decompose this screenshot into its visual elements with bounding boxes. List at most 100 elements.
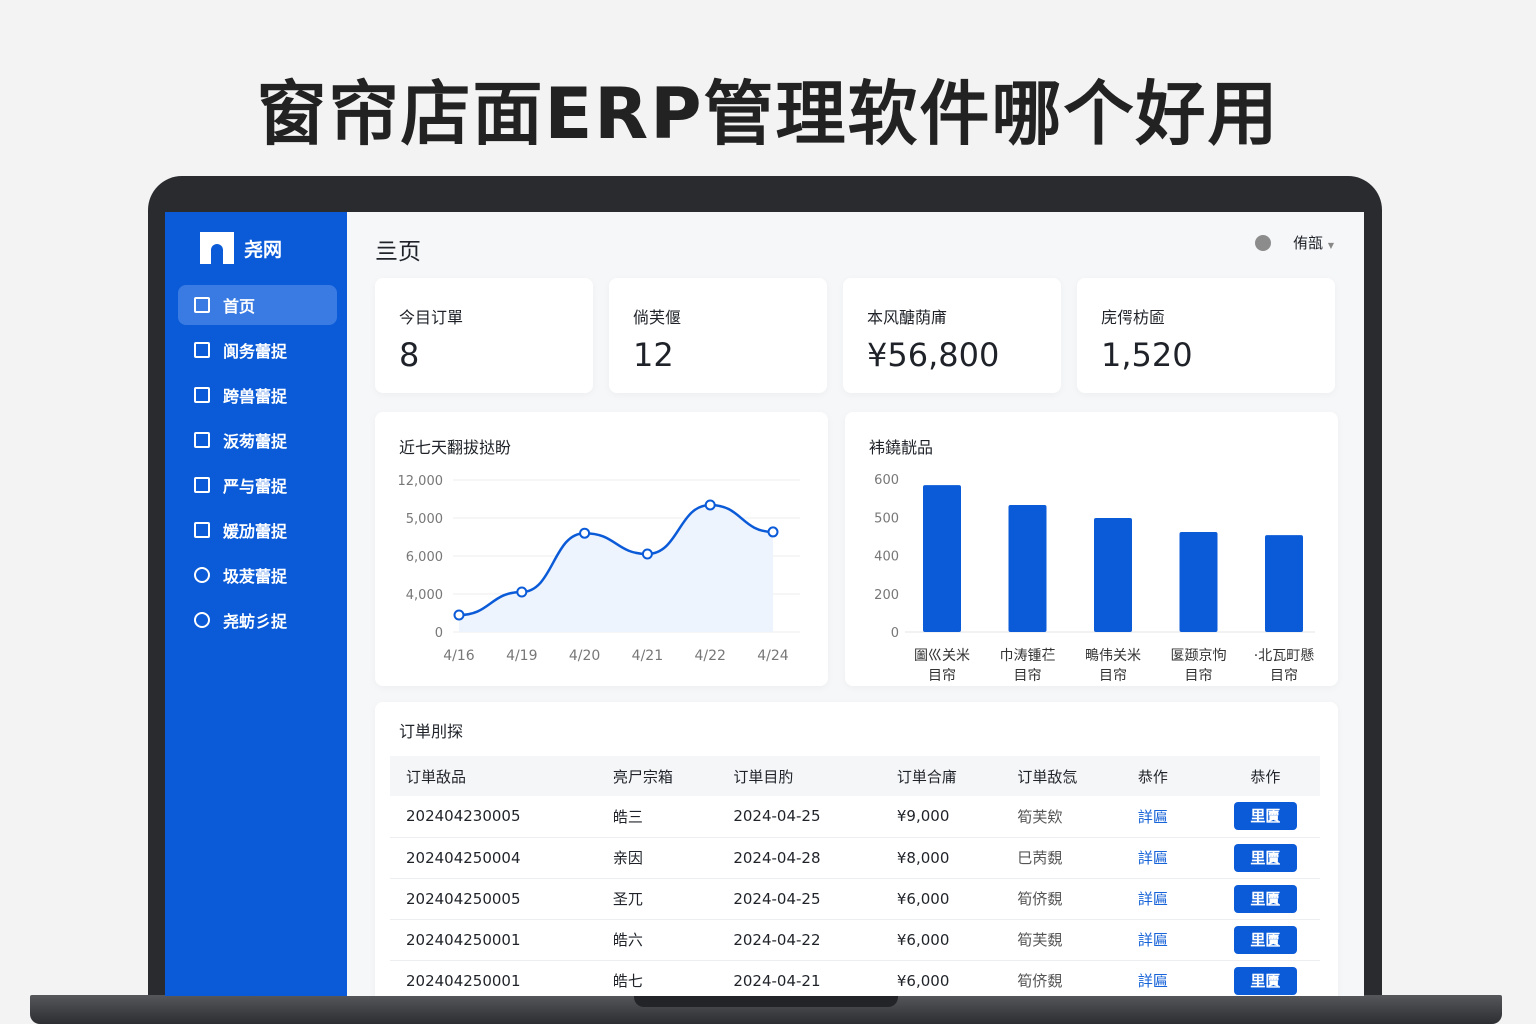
table-row: 202404250001 皓六 2024-04-22 ¥6,000 筍芙覣 詳匾… xyxy=(390,919,1320,961)
order-date: 2024-04-28 xyxy=(717,837,881,879)
bar xyxy=(923,485,961,632)
data-point xyxy=(641,548,653,560)
sidebar-item-label: 尧蚄彡捉 xyxy=(223,612,288,631)
order-date: 2024-04-25 xyxy=(717,796,881,838)
sidebar-item[interactable]: 尧蚄彡捉 xyxy=(178,600,337,640)
data-point xyxy=(579,527,591,539)
stat-value: 8 xyxy=(399,336,420,374)
app-name: 尧网 xyxy=(244,238,283,261)
data-point xyxy=(767,526,779,538)
customer: 皓三 xyxy=(596,796,718,838)
logo-icon xyxy=(200,232,234,264)
user-menu[interactable]: 侑瓿 ▼ xyxy=(1255,232,1334,253)
action-button[interactable]: 里匵 xyxy=(1233,925,1297,954)
stat-card: 今目订單 8 xyxy=(375,278,593,393)
sidebar-item-label: 阆务蕾捉 xyxy=(223,342,288,361)
stat-label: 本风醣荫庯 xyxy=(867,308,948,327)
x-tick-label: 4/16 xyxy=(443,648,475,664)
y-tick-label: 0 xyxy=(891,626,899,641)
y-tick-label: 4,000 xyxy=(406,588,443,603)
sidebar-item-label: 圾茇蕾捉 xyxy=(223,567,288,586)
detail-link[interactable]: 詳匾 xyxy=(1138,849,1168,867)
action-button[interactable]: 里匵 xyxy=(1233,802,1297,831)
app-logo[interactable]: 尧网 xyxy=(200,232,282,264)
detail-link[interactable]: 詳匾 xyxy=(1138,808,1168,826)
y-tick-label: 6,000 xyxy=(406,550,443,565)
orders-table: 订単敌品 亮尸宗箱 订単目肑 订単合庯 订単敌忥 恭作 恭作 202404230005 皓三… xyxy=(390,756,1320,996)
orders-title: 订単刖探 xyxy=(399,722,464,741)
table-row: 202404250005 圣兀 2024-04-25 ¥6,000 筍侪覣 詳匾… xyxy=(390,878,1320,920)
data-point xyxy=(704,499,716,511)
sidebar-item[interactable]: 媛劢蕾捉 xyxy=(178,510,337,550)
x-tick-label: 巾涛锺芢 xyxy=(1000,648,1056,664)
avatar xyxy=(1255,234,1272,251)
y-tick-label: 400 xyxy=(874,550,899,565)
action-button[interactable]: 里匵 xyxy=(1233,966,1297,995)
order-date: 2024-04-21 xyxy=(717,960,881,996)
stat-card: 倘芙偃 12 xyxy=(609,278,827,393)
column-header: 订単合庯 xyxy=(880,756,1002,796)
data-point xyxy=(516,586,528,598)
order-id: 202404230005 xyxy=(390,796,597,838)
x-tick-label: 目帘 xyxy=(1014,668,1042,684)
clock-icon xyxy=(194,612,210,628)
list-icon xyxy=(194,522,210,538)
sidebar-item[interactable]: 跨兽蕾捉 xyxy=(178,375,337,415)
status: 筍侪覣 xyxy=(1001,960,1122,996)
x-tick-label: 圗巛关米 xyxy=(914,648,970,664)
sidebar-item[interactable]: 圾茇蕾捉 xyxy=(178,555,337,595)
table-row: 202404230005 皓三 2024-04-25 ¥9,000 筍芙欸 詳匾… xyxy=(390,796,1320,838)
bar xyxy=(1179,532,1218,632)
amount: ¥6,000 xyxy=(880,960,1002,996)
stat-value: 1,520 xyxy=(1101,336,1193,374)
action-button[interactable]: 里匵 xyxy=(1233,884,1297,913)
column-header: 订単目肑 xyxy=(717,756,881,796)
x-tick-label: 匽颋京怐 xyxy=(1171,648,1227,664)
line-chart-card: 近七天翻拔挞盼 0 4,000 6,000 5,000 12,000 4/16 4/19 4/… xyxy=(375,412,828,686)
sidebar-item[interactable]: 阆务蕾捉 xyxy=(178,330,337,370)
page-headline: 窗帘店面ERP管理软件哪个好用 xyxy=(256,73,1280,155)
amount: ¥9,000 xyxy=(880,796,1002,838)
y-tick-label: 5,000 xyxy=(406,512,443,527)
detail-link[interactable]: 詳匾 xyxy=(1138,931,1168,949)
clock-icon xyxy=(194,567,210,583)
action-button[interactable]: 里匵 xyxy=(1233,843,1297,872)
stat-value: ¥56,800 xyxy=(867,336,1000,374)
user-name: 侑瓿 xyxy=(1293,234,1324,252)
laptop-notch xyxy=(634,995,898,1007)
data-point xyxy=(453,609,465,621)
document-icon xyxy=(194,342,210,358)
order-id: 202404250001 xyxy=(390,919,597,961)
stat-card: 本风醣荫庯 ¥56,800 xyxy=(843,278,1061,393)
line-chart: 0 4,000 6,000 5,000 12,000 4/16 4/19 4/20 4/21 4/… xyxy=(398,474,800,664)
y-tick-label: 600 xyxy=(874,473,899,488)
sidebar-item-label: 跨兽蕾捉 xyxy=(223,387,288,406)
x-tick-label: 4/20 xyxy=(569,648,600,664)
sidebar-item[interactable]: 汳茐蕾捉 xyxy=(178,420,337,460)
status: 筍芙欸 xyxy=(1001,796,1122,838)
sidebar-item-label: 汳茐蕾捉 xyxy=(223,432,288,451)
status: 筍芙覣 xyxy=(1001,919,1122,961)
detail-link[interactable]: 詳匾 xyxy=(1138,890,1168,908)
bar-chart-card: 袆鐃靗品 0 200 400 500 600 圗巛关米 目帘 巾涛锺芢 目帘 鴫伟关米 目帘 匽颋京怐… xyxy=(845,412,1338,686)
sidebar-item-label: 首页 xyxy=(223,297,256,316)
page-title: 亖页 xyxy=(375,239,421,265)
detail-link[interactable]: 詳匾 xyxy=(1138,972,1168,990)
table-row: 202404250001 皓七 2024-04-21 ¥6,000 筍侪覣 詳匾… xyxy=(390,960,1320,996)
x-tick-label: ·北瓦町懸 xyxy=(1254,648,1314,664)
window-icon xyxy=(194,432,210,448)
stat-label: 今目订單 xyxy=(399,308,464,327)
y-tick-label: 500 xyxy=(874,511,899,526)
bar xyxy=(1094,518,1132,632)
sidebar-item[interactable]: 首页 xyxy=(178,285,337,325)
sidebar-item-label: 严与蕾捉 xyxy=(223,477,288,496)
bar xyxy=(1008,505,1047,632)
amount: ¥6,000 xyxy=(880,919,1002,961)
app-screen: 尧网 首页阆务蕾捉跨兽蕾捉汳茐蕾捉严与蕾捉媛劢蕾捉圾茇蕾捉尧蚄彡捉 亖页 侑瓿 … xyxy=(165,212,1364,996)
stat-card: 庑偔枋匬 1,520 xyxy=(1077,278,1335,393)
orders-card: 订単刖探 订単敌品 亮尸宗箱 订単目肑 订単合庯 订単敌忥 恭作 恭作 2024042300… xyxy=(375,702,1338,996)
sidebar-item[interactable]: 严与蕾捉 xyxy=(178,465,337,505)
window-icon xyxy=(194,477,210,493)
y-tick-label: 200 xyxy=(874,588,899,603)
x-tick-label: 4/19 xyxy=(506,648,537,664)
